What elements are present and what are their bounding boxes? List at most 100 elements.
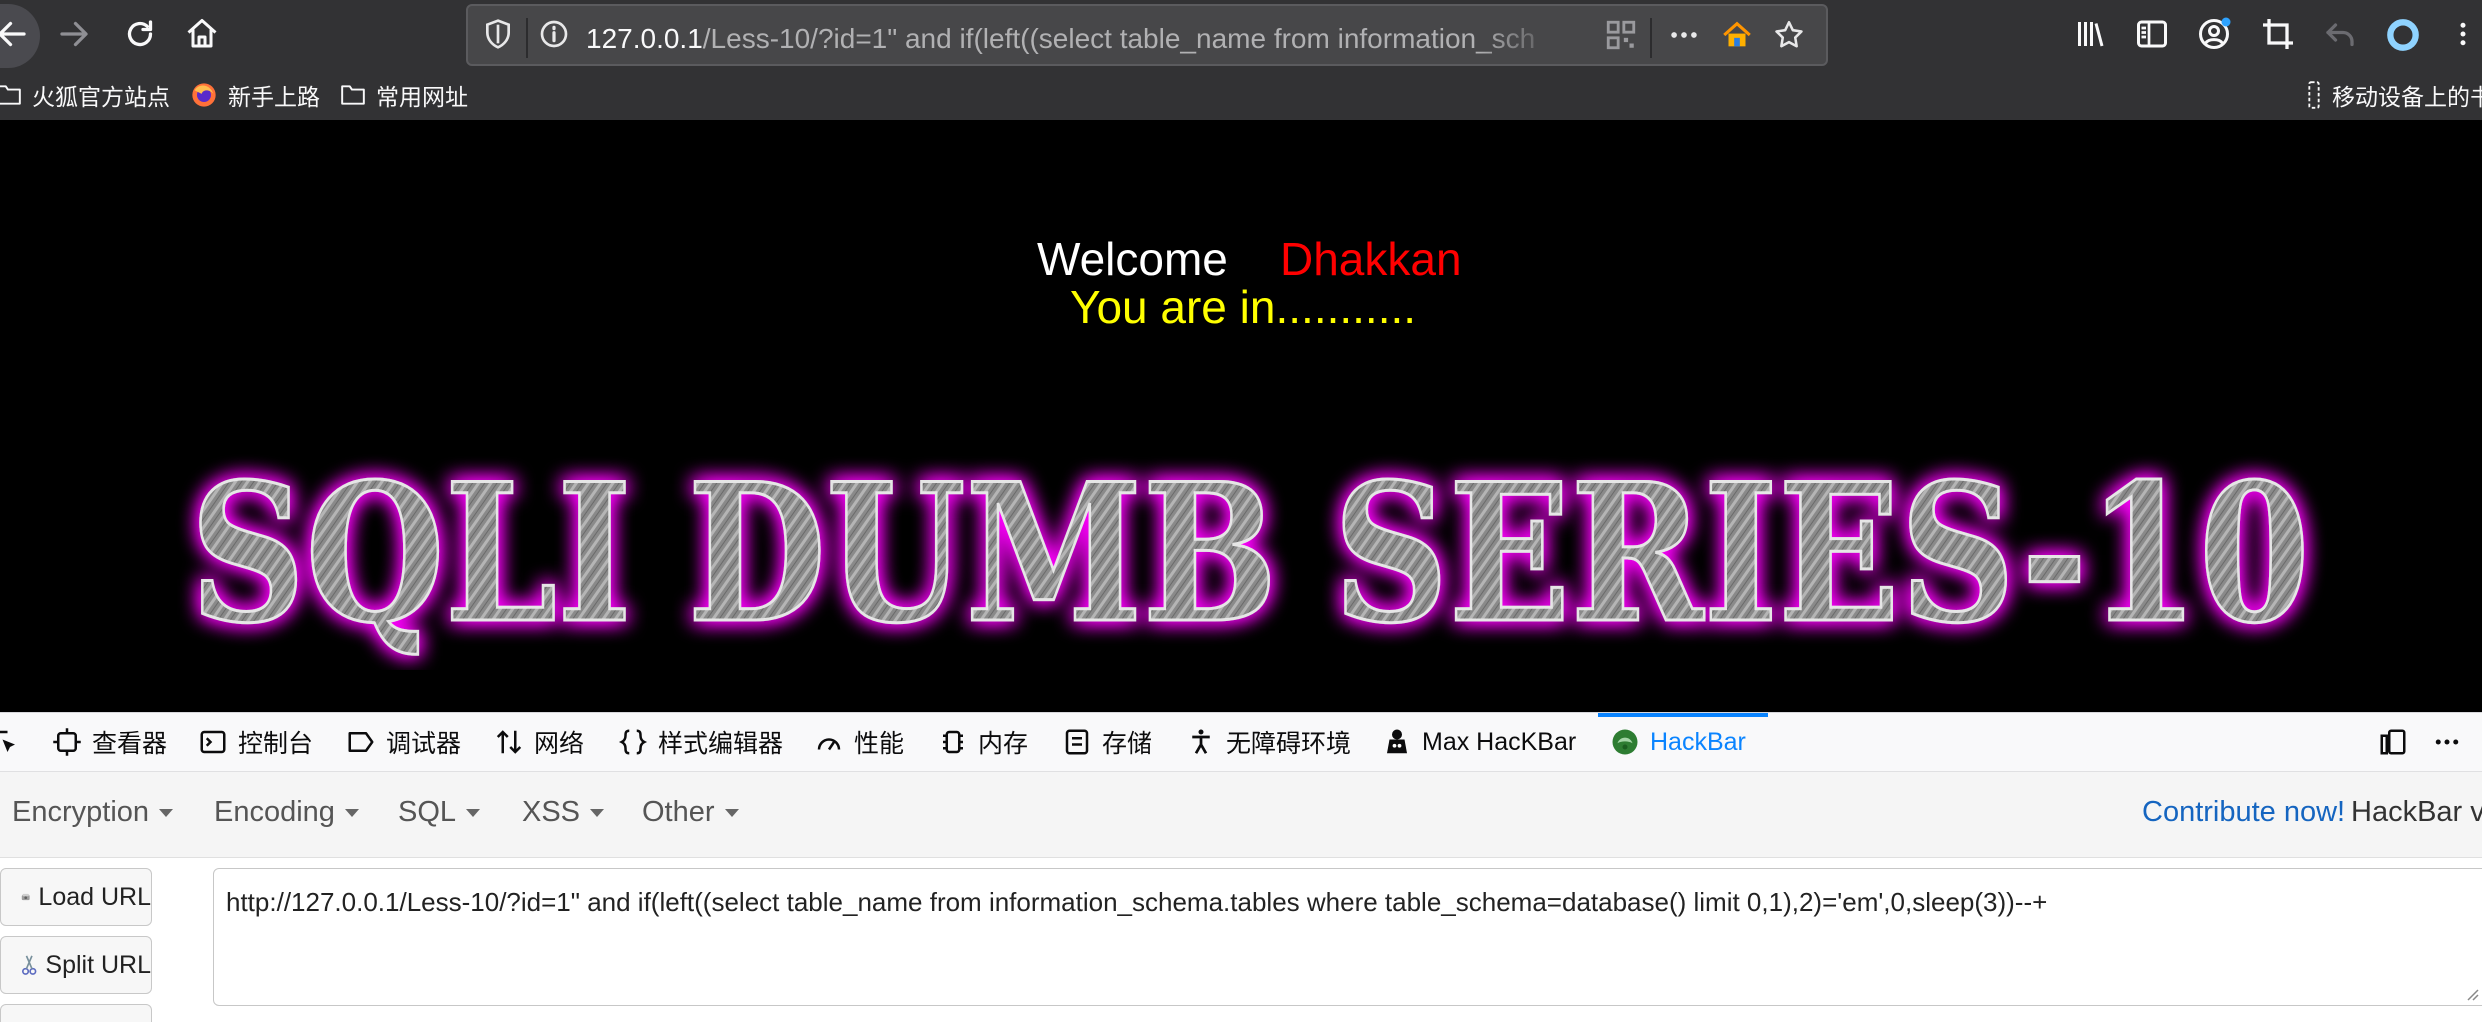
network-icon: [496, 730, 522, 754]
dropdown-caret-icon: [159, 808, 174, 817]
tab-label: Max HacKBar: [1422, 727, 1577, 756]
resize-grip-icon[interactable]: [2464, 986, 2480, 1002]
dropdown-caret-icon: [466, 808, 481, 817]
memory-icon: [943, 730, 963, 754]
reload-button[interactable]: [122, 16, 158, 52]
console-icon: [200, 730, 226, 754]
menu-other[interactable]: Other: [642, 796, 739, 829]
bookmark-item[interactable]: 火狐官方站点: [0, 78, 170, 112]
tracking-protection-shield-icon[interactable]: [482, 18, 514, 50]
status-message: You are in...........: [1070, 281, 1417, 333]
max-hackbar-icon: [1387, 729, 1407, 754]
series-banner-logo: SQLI DUMB SERIES-10: [189, 441, 2312, 667]
load-url-icon: [21, 893, 30, 901]
bookmark-item[interactable]: 常用网址: [340, 78, 468, 112]
dock-toggle-button[interactable]: [2378, 713, 2408, 771]
button-label: Split URL: [45, 950, 151, 979]
urlbar-divider: [526, 18, 528, 58]
tab-max-hackbar[interactable]: Max HacKBar: [1382, 713, 1576, 771]
bookmarks-toolbar: 火狐官方站点 新手上路 常用网址 移动设备上的书: [0, 70, 2482, 120]
extension-ring-icon[interactable]: [2384, 16, 2422, 54]
bookmark-label: 移动设备上的书: [2332, 84, 2482, 110]
element-picker-icon: [0, 730, 15, 752]
menu-encryption[interactable]: Encryption: [12, 796, 174, 829]
tab-debugger[interactable]: 调试器: [346, 713, 461, 771]
url-host: 127.0.0.1: [586, 23, 703, 54]
sidebar-icon[interactable]: [2134, 16, 2170, 52]
bookmark-item[interactable]: 新手上路: [190, 78, 320, 112]
accessibility-icon: [1192, 729, 1210, 754]
more-options-icon: [2435, 739, 2459, 745]
tab-inspector[interactable]: 查看器: [52, 713, 167, 771]
mobile-bookmarks-item[interactable]: 移动设备上的书: [2306, 78, 2482, 112]
button-label: Load URL: [38, 882, 151, 911]
tab-memory[interactable]: 内存: [938, 713, 1028, 771]
hackbar-icon: [1612, 729, 1638, 755]
load-url-button[interactable]: Load URL: [0, 868, 152, 926]
tab-network[interactable]: 网络: [494, 713, 584, 771]
address-bar[interactable]: 127.0.0.1/Less-10/?id=1" and if(left((se…: [466, 4, 1828, 66]
inspector-icon: [53, 728, 81, 756]
library-icon[interactable]: [2072, 16, 2108, 52]
dropdown-caret-icon: [724, 808, 739, 817]
storage-icon: [1065, 729, 1089, 755]
site-info-icon[interactable]: [538, 18, 570, 50]
debugger-icon: [348, 732, 374, 752]
tab-label: 调试器: [386, 730, 462, 758]
devtools-tabbar: 查看器 控制台 调试器 网络 样式编辑器 性能 内存 存储 无障碍环境 Max …: [0, 712, 2482, 772]
tab-console[interactable]: 控制台: [198, 713, 313, 771]
page-actions-menu-icon[interactable]: [1666, 18, 1702, 52]
bookmark-star-icon[interactable]: [1772, 18, 1806, 52]
hackbar-panel: Load URL Split URL http://127.0.0.1/Less…: [0, 858, 2482, 1022]
hackbar-menubar: Encryption Encoding SQL XSS Other Contri…: [0, 772, 2482, 858]
url-fade: [1478, 12, 1598, 64]
menu-label: XSS: [522, 796, 581, 828]
performance-icon: [817, 738, 841, 751]
tab-label: 性能: [854, 730, 905, 758]
url-text[interactable]: 127.0.0.1/Less-10/?id=1" and if(left((se…: [586, 23, 1586, 55]
tab-storage[interactable]: 存储: [1062, 713, 1152, 771]
forward-button[interactable]: [56, 16, 92, 52]
tab-style-editor[interactable]: 样式编辑器: [618, 713, 783, 771]
dock-side-icon: [2380, 729, 2406, 755]
split-url-button[interactable]: Split URL: [0, 936, 152, 994]
tab-label: HackBar: [1650, 727, 1746, 756]
back-arrow-icon[interactable]: [0, 16, 30, 52]
bookmark-label: 常用网址: [376, 84, 468, 110]
active-tab-indicator: [1598, 713, 1768, 717]
screenshot-crop-icon[interactable]: [2260, 16, 2296, 52]
undo-close-tab-icon[interactable]: [2322, 16, 2358, 52]
menu-encoding[interactable]: Encoding: [214, 796, 359, 829]
contribute-link[interactable]: Contribute now!: [2142, 796, 2345, 829]
account-icon[interactable]: [2196, 16, 2232, 52]
tab-hackbar[interactable]: HackBar: [1610, 713, 1746, 771]
home-page-icon[interactable]: [1720, 18, 1754, 52]
qr-code-icon[interactable]: [1604, 18, 1638, 52]
tab-label: 内存: [978, 730, 1029, 758]
tab-label: 无障碍环境: [1226, 730, 1352, 758]
home-button[interactable]: [184, 16, 220, 52]
tab-label: 样式编辑器: [658, 730, 784, 758]
tab-label: 查看器: [92, 730, 168, 758]
mobile-bookmarks-icon: [2308, 81, 2320, 109]
overflow-menu-icon[interactable]: [2448, 16, 2478, 52]
menu-sql[interactable]: SQL: [398, 796, 481, 829]
element-picker-button[interactable]: [0, 713, 20, 771]
menu-xss[interactable]: XSS: [522, 796, 605, 829]
tab-label: 控制台: [238, 730, 314, 758]
welcome-text: Welcome: [1037, 233, 1228, 285]
hackbar-url-textarea[interactable]: http://127.0.0.1/Less-10/?id=1" and if(l…: [213, 868, 2482, 1006]
devtools-menu-button[interactable]: [2432, 713, 2462, 771]
tab-performance[interactable]: 性能: [814, 713, 904, 771]
menu-label: Encoding: [214, 796, 335, 828]
folder-icon: [341, 85, 365, 105]
firefox-icon: [192, 83, 216, 107]
tab-accessibility[interactable]: 无障碍环境: [1186, 713, 1351, 771]
dropdown-caret-icon: [590, 808, 605, 817]
execute-button[interactable]: [0, 1004, 152, 1022]
page-content: Welcome Dhakkan You are in........... SQ…: [0, 120, 2482, 712]
menu-label: Encryption: [12, 796, 150, 828]
urlbar-divider: [1650, 18, 1652, 58]
hackbar-version: HackBar v: [2351, 796, 2482, 828]
menu-label: Other: [642, 796, 715, 828]
